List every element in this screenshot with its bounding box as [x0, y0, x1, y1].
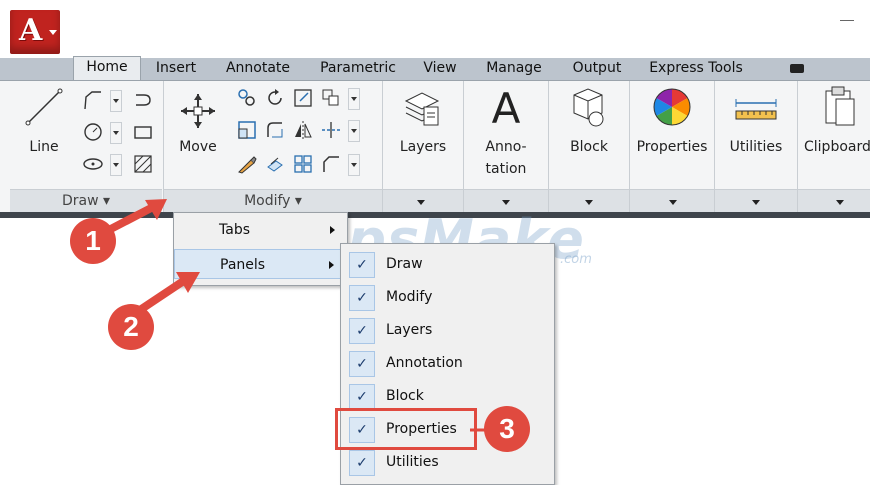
erase-icon[interactable] [236, 153, 258, 175]
panel-toggle-label: Draw [386, 256, 423, 272]
hatch-icon[interactable] [132, 153, 154, 175]
layers-dropdown-icon[interactable] [417, 200, 425, 205]
measure-icon[interactable] [734, 95, 778, 125]
ribbon-toggle-icon[interactable] [790, 64, 804, 73]
tab-home[interactable]: Home [73, 56, 141, 81]
panel-toggle-label: Annotation [386, 355, 463, 371]
panel-toggle-modify[interactable]: ✓ Modify [341, 281, 554, 314]
clipboard-icon[interactable] [820, 85, 860, 129]
color-wheel-icon[interactable] [650, 85, 694, 129]
ribbon-tab-strip: Home Insert Annotate Parametric View Man… [0, 56, 870, 81]
layers-label[interactable]: Layers [385, 139, 461, 156]
rectangular-array-icon[interactable] [292, 153, 314, 175]
utilities-label[interactable]: Utilities [715, 139, 797, 156]
circle-icon[interactable] [82, 121, 104, 143]
check-icon: ✓ [349, 351, 375, 377]
check-icon: ✓ [349, 285, 375, 311]
panel-toggle-utilities[interactable]: ✓ Utilities [341, 446, 554, 479]
callout-step-3: 3 [484, 406, 530, 452]
tab-manage[interactable]: Manage [479, 58, 549, 80]
menu-item-label: Panels [220, 257, 266, 273]
chamfer-dropdown[interactable] [348, 154, 360, 176]
clipboard-label[interactable]: Clipboard [804, 139, 870, 156]
properties-dropdown-icon[interactable] [669, 200, 677, 205]
menu-item-tabs[interactable]: Tabs [174, 215, 347, 245]
trim-icon[interactable] [320, 119, 342, 141]
panel-toggle-layers[interactable]: ✓ Layers [341, 314, 554, 347]
callout-step-2: 2 [108, 304, 154, 350]
check-icon: ✓ [349, 384, 375, 410]
explode-icon[interactable] [264, 153, 286, 175]
panel-toggle-label: Utilities [386, 454, 439, 470]
check-icon: ✓ [349, 318, 375, 344]
callout-step-1: 1 [70, 218, 116, 264]
check-icon: ✓ [349, 252, 375, 278]
tab-insert[interactable]: Insert [150, 58, 202, 80]
tab-express-tools[interactable]: Express Tools [644, 58, 748, 80]
copy-icon[interactable] [236, 87, 258, 109]
properties-label[interactable]: Properties [630, 139, 714, 156]
chamfer-icon[interactable] [320, 153, 342, 175]
chevron-down-icon [49, 30, 57, 35]
arc-icon[interactable] [132, 89, 154, 111]
submenu-arrow-icon [330, 226, 335, 234]
stretch-icon[interactable] [236, 119, 258, 141]
title-bar [0, 0, 870, 48]
line-tool-label[interactable]: Line [18, 139, 70, 156]
rectangle-icon[interactable] [132, 121, 154, 143]
clipboard-dropdown-icon[interactable] [836, 200, 844, 205]
block-icon[interactable] [566, 85, 610, 129]
annotation-dropdown-icon[interactable] [502, 200, 510, 205]
polyline-icon[interactable] [82, 89, 104, 111]
clipboard-panel-footer[interactable] [798, 189, 870, 214]
move-tool-label[interactable]: Move [172, 139, 224, 156]
block-label[interactable]: Block [549, 139, 629, 156]
fillet-icon[interactable] [264, 119, 286, 141]
check-icon: ✓ [349, 450, 375, 476]
move-icon[interactable] [178, 91, 218, 131]
tab-view[interactable]: View [417, 58, 463, 80]
array-dropdown[interactable] [348, 88, 360, 110]
menu-item-label: Tabs [219, 222, 250, 238]
block-dropdown-icon[interactable] [585, 200, 593, 205]
mirror-icon[interactable] [292, 119, 314, 141]
annotation-icon[interactable]: A [464, 85, 548, 133]
array-icon[interactable] [320, 87, 342, 109]
tab-parametric[interactable]: Parametric [313, 58, 403, 80]
tab-output[interactable]: Output [564, 58, 630, 80]
utilities-dropdown-icon[interactable] [752, 200, 760, 205]
tab-annotate[interactable]: Annotate [218, 58, 298, 80]
properties-highlight-box [335, 408, 477, 450]
ellipse-icon[interactable] [82, 153, 104, 175]
application-menu-button[interactable]: A [10, 10, 60, 54]
annotation-label-line2[interactable]: tation [464, 161, 548, 178]
scale-icon[interactable] [292, 87, 314, 109]
layers-icon[interactable] [400, 85, 444, 129]
panel-toggle-annotation[interactable]: ✓ Annotation [341, 347, 554, 380]
panel-toggle-label: Modify [386, 289, 433, 305]
minimize-icon[interactable] [840, 20, 854, 21]
rotate-icon[interactable] [264, 87, 286, 109]
panel-toggle-label: Layers [386, 322, 433, 338]
polyline-dropdown[interactable] [110, 90, 122, 112]
watermark-suffix: .com [560, 252, 592, 267]
ellipse-dropdown[interactable] [110, 154, 122, 176]
panel-toggle-draw[interactable]: ✓ Draw [341, 248, 554, 281]
trim-dropdown[interactable] [348, 120, 360, 142]
app-logo-letter: A [19, 13, 43, 48]
submenu-arrow-icon [329, 261, 334, 269]
circle-dropdown[interactable] [110, 122, 122, 144]
line-tool-icon[interactable] [24, 87, 64, 127]
annotation-label-line1[interactable]: Anno- [464, 139, 548, 156]
